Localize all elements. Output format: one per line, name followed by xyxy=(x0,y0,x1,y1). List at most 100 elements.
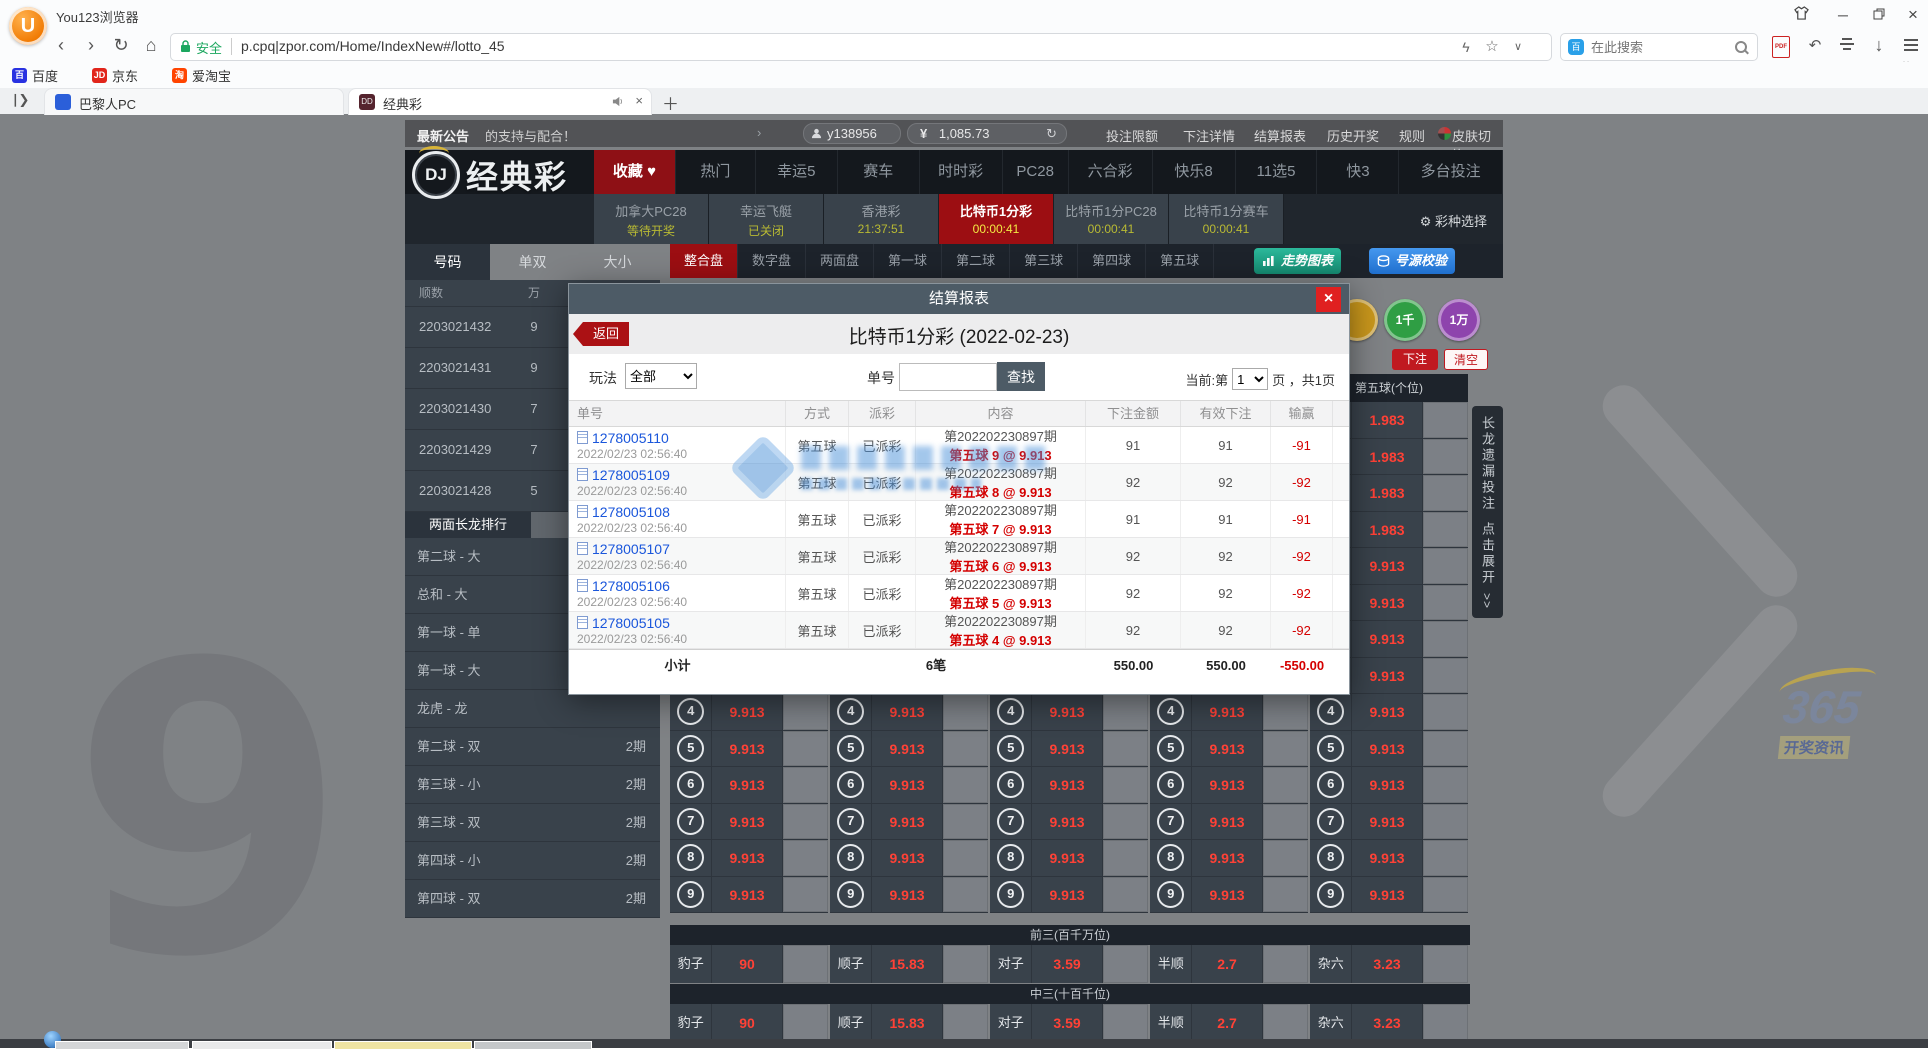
odds-cell[interactable]: 9.913 xyxy=(1032,804,1102,840)
amount-cell[interactable] xyxy=(1103,694,1148,730)
odds-cell[interactable]: 9.913 xyxy=(872,877,942,913)
chip-1千[interactable]: 1千 xyxy=(1384,299,1426,341)
streak-rank-tab[interactable]: 两面长龙排行 xyxy=(405,512,531,538)
bet-option-cell[interactable]: 8 xyxy=(830,840,872,876)
bet-option-cell[interactable]: 6 xyxy=(1310,767,1352,803)
order-number-input[interactable] xyxy=(899,363,997,391)
section-odds[interactable]: 15.83 xyxy=(872,945,942,983)
url-dropdown-icon[interactable]: ∨ xyxy=(1507,37,1529,57)
order-id-link[interactable]: 1278005109 xyxy=(592,467,670,483)
odds-cell[interactable]: 9.913 xyxy=(1192,840,1262,876)
amount-cell[interactable] xyxy=(1103,804,1148,840)
game-tab-比特币1分彩[interactable]: 比特币1分彩00:00:41 xyxy=(939,194,1054,244)
amount-cell[interactable] xyxy=(1423,439,1468,475)
amount-cell[interactable] xyxy=(1263,804,1308,840)
section-amount-cell[interactable] xyxy=(943,1004,988,1042)
amount-cell[interactable] xyxy=(1263,731,1308,767)
amount-cell[interactable] xyxy=(943,877,988,913)
taskbar[interactable] xyxy=(0,1039,1928,1048)
order-id-link[interactable]: 1278005105 xyxy=(592,615,670,631)
odds-cell[interactable]: 9.913 xyxy=(1352,877,1422,913)
odds-cell[interactable]: 9.913 xyxy=(712,767,782,803)
game-tab-加拿大PC28[interactable]: 加拿大PC28等待开奖 xyxy=(594,194,709,244)
search-box[interactable]: 百 xyxy=(1560,33,1758,61)
nav-item-热门[interactable]: 热门 xyxy=(676,150,756,194)
page-select[interactable]: 1 xyxy=(1232,368,1268,390)
section-amount-cell[interactable] xyxy=(1423,945,1468,983)
section-amount-cell[interactable] xyxy=(783,945,828,983)
new-tab-button[interactable]: ＋ xyxy=(662,90,679,115)
url-text[interactable]: p.cpq|zpor.com/Home/IndexNew#/lotto_45 xyxy=(241,38,505,54)
section-odds[interactable]: 15.83 xyxy=(872,1004,942,1042)
instant-page-icon[interactable]: ϟ xyxy=(1455,37,1477,57)
amount-cell[interactable] xyxy=(1423,731,1468,767)
odds-cell[interactable]: 1.983 xyxy=(1352,512,1422,548)
bet-option-cell[interactable]: 8 xyxy=(1310,840,1352,876)
tab-list-toggle-icon[interactable]: ∣❯ xyxy=(12,92,29,108)
minimize-button[interactable]: ─ xyxy=(1830,4,1856,26)
odds-cell[interactable]: 9.913 xyxy=(1032,877,1102,913)
game-select-link[interactable]: ⚙ 彩种选择 xyxy=(1420,211,1487,230)
board-tab-第二球[interactable]: 第二球 xyxy=(942,244,1010,278)
amount-cell[interactable] xyxy=(1423,402,1468,438)
pdf-tool-icon[interactable]: PDF xyxy=(1772,36,1790,58)
bet-option-cell[interactable]: 6 xyxy=(1150,767,1192,803)
amount-cell[interactable] xyxy=(783,731,828,767)
odds-cell[interactable]: 9.913 xyxy=(1352,621,1422,657)
game-tab-比特币1分PC28[interactable]: 比特币1分PC2800:00:41 xyxy=(1054,194,1169,244)
bet-option-cell[interactable]: 4 xyxy=(1310,694,1352,730)
bet-option-cell[interactable]: 6 xyxy=(830,767,872,803)
board-tab-数字盘[interactable]: 数字盘 xyxy=(738,244,806,278)
odds-cell[interactable]: 9.913 xyxy=(1192,804,1262,840)
bet-option-cell[interactable]: 5 xyxy=(1150,731,1192,767)
amount-cell[interactable] xyxy=(783,804,828,840)
skin-shirt-icon[interactable] xyxy=(1788,4,1814,26)
section-amount-cell[interactable] xyxy=(1103,1004,1148,1042)
bet-option-cell[interactable]: 8 xyxy=(670,840,712,876)
chip-1万[interactable]: 1万 xyxy=(1438,299,1480,341)
amount-cell[interactable] xyxy=(943,804,988,840)
section-odds[interactable]: 3.59 xyxy=(1032,945,1102,983)
nav-item-快乐8[interactable]: 快乐8 xyxy=(1153,150,1236,194)
bet-option-cell[interactable]: 5 xyxy=(990,731,1032,767)
odds-cell[interactable]: 9.913 xyxy=(1352,804,1422,840)
bet-option-cell[interactable]: 4 xyxy=(990,694,1032,730)
section-odds[interactable]: 90 xyxy=(712,945,782,983)
bet-option-cell[interactable]: 7 xyxy=(670,804,712,840)
odds-cell[interactable]: 9.913 xyxy=(872,731,942,767)
nav-item-快3[interactable]: 快3 xyxy=(1317,150,1399,194)
top-link-历史开奖[interactable]: 历史开奖 xyxy=(1327,126,1379,145)
tab-audio-icon[interactable] xyxy=(612,95,623,110)
bet-option-cell[interactable]: 9 xyxy=(670,877,712,913)
top-link-投注限额[interactable]: 投注限额 xyxy=(1106,126,1158,145)
bet-option-cell[interactable]: 4 xyxy=(1150,694,1192,730)
amount-cell[interactable] xyxy=(783,877,828,913)
amount-cell[interactable] xyxy=(1423,475,1468,511)
amount-cell[interactable] xyxy=(1263,694,1308,730)
search-icon[interactable] xyxy=(1735,41,1747,53)
bet-option-cell[interactable]: 9 xyxy=(1150,877,1192,913)
bookmark-京东[interactable]: JD京东 xyxy=(92,65,138,85)
amount-cell[interactable] xyxy=(1423,585,1468,621)
browser-tab[interactable]: 巴黎人PC xyxy=(44,88,344,115)
amount-cell[interactable] xyxy=(783,694,828,730)
bet-option-cell[interactable]: 7 xyxy=(990,804,1032,840)
odds-cell[interactable]: 9.913 xyxy=(1192,694,1262,730)
amount-cell[interactable] xyxy=(943,767,988,803)
odds-cell[interactable]: 9.913 xyxy=(872,767,942,803)
modal-close-button[interactable]: × xyxy=(1316,287,1341,312)
bet-option-cell[interactable]: 6 xyxy=(670,767,712,803)
bet-option-cell[interactable]: 8 xyxy=(990,840,1032,876)
bet-option-cell[interactable]: 6 xyxy=(990,767,1032,803)
game-tab-香港彩[interactable]: 香港彩21:37:51 xyxy=(824,194,939,244)
bet-option-cell[interactable]: 4 xyxy=(670,694,712,730)
odds-cell[interactable]: 1.983 xyxy=(1352,402,1422,438)
odds-cell[interactable]: 9.913 xyxy=(1192,731,1262,767)
order-id-link[interactable]: 1278005108 xyxy=(592,504,670,520)
odds-cell[interactable]: 9.913 xyxy=(872,804,942,840)
bet-option-cell[interactable]: 4 xyxy=(830,694,872,730)
order-id-link[interactable]: 1278005110 xyxy=(592,430,669,446)
game-tab-比特币1分赛车[interactable]: 比特币1分赛车00:00:41 xyxy=(1169,194,1284,244)
amount-cell[interactable] xyxy=(1423,658,1468,694)
number-verify-button[interactable]: 号源校验 xyxy=(1369,248,1455,274)
